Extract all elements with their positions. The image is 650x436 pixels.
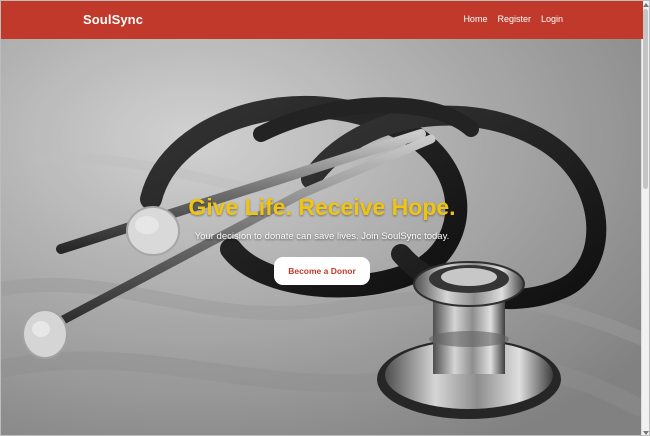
become-donor-button[interactable]: Become a Donor (274, 257, 370, 285)
brand-logo[interactable]: SoulSync (83, 12, 143, 27)
scrollbar-thumb[interactable] (643, 9, 648, 189)
browser-window: SoulSync Home Register Login Give Life. … (0, 0, 650, 436)
nav-links: Home Register Login (463, 14, 563, 24)
hero-section: Give Life. Receive Hope. Your decision t… (1, 39, 643, 435)
hero-subtext: Your decision to donate can save lives. … (194, 231, 450, 242)
scroll-up-arrow-icon[interactable] (643, 3, 649, 7)
hero-headline: Give Life. Receive Hope. (188, 194, 456, 220)
nav-login-link[interactable]: Login (541, 14, 563, 24)
nav-home-link[interactable]: Home (463, 14, 487, 24)
navbar: SoulSync Home Register Login (1, 1, 643, 39)
scroll-down-arrow-icon[interactable] (643, 431, 649, 435)
nav-register-link[interactable]: Register (497, 14, 531, 24)
hero-content: Give Life. Receive Hope. Your decision t… (1, 194, 643, 285)
